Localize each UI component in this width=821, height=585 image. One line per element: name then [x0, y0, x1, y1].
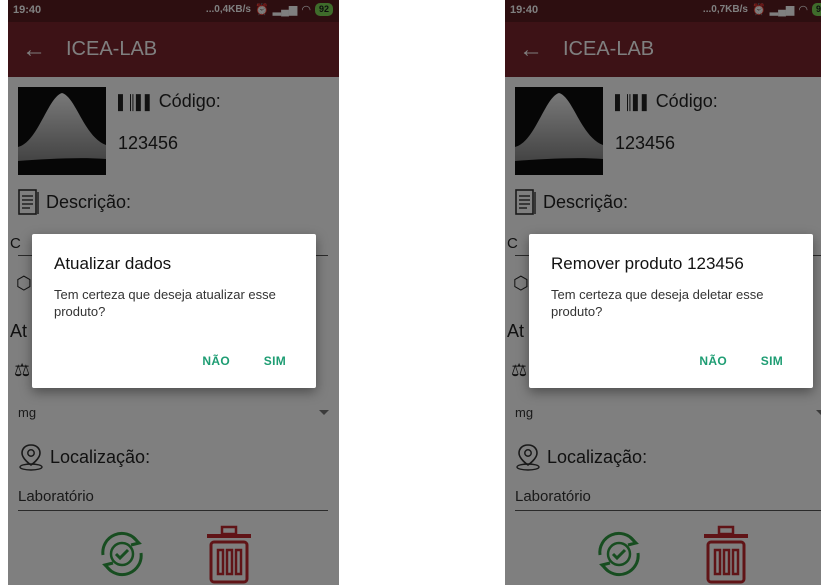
- dialog-message: Tem certeza que deseja deletar esse prod…: [551, 287, 764, 319]
- confirm-update-dialog: Atualizar dados Tem certeza que deseja a…: [32, 234, 316, 388]
- phone-screen-update: 19:40 ...0,4KB/s ⏰ ▂▄▆ ◠ 92 ← ICEA-LAB: [8, 0, 339, 585]
- dialog-no-button[interactable]: NÃO: [699, 354, 727, 368]
- dialog-yes-button[interactable]: SIM: [264, 354, 286, 368]
- confirm-delete-dialog: Remover produto 123456 Tem certeza que d…: [529, 234, 813, 388]
- phone-screen-delete: 19:40 ...0,7KB/s ⏰ ▂▄▆ ◠ 92 ← ICEA-LAB: [505, 0, 821, 585]
- dialog-title: Remover produto 123456: [551, 254, 744, 273]
- dialog-title: Atualizar dados: [54, 254, 172, 273]
- dialog-message: Tem certeza que deseja atualizar esse pr…: [54, 287, 276, 319]
- dialog-yes-button[interactable]: SIM: [761, 354, 783, 368]
- dialog-no-button[interactable]: NÃO: [202, 354, 230, 368]
